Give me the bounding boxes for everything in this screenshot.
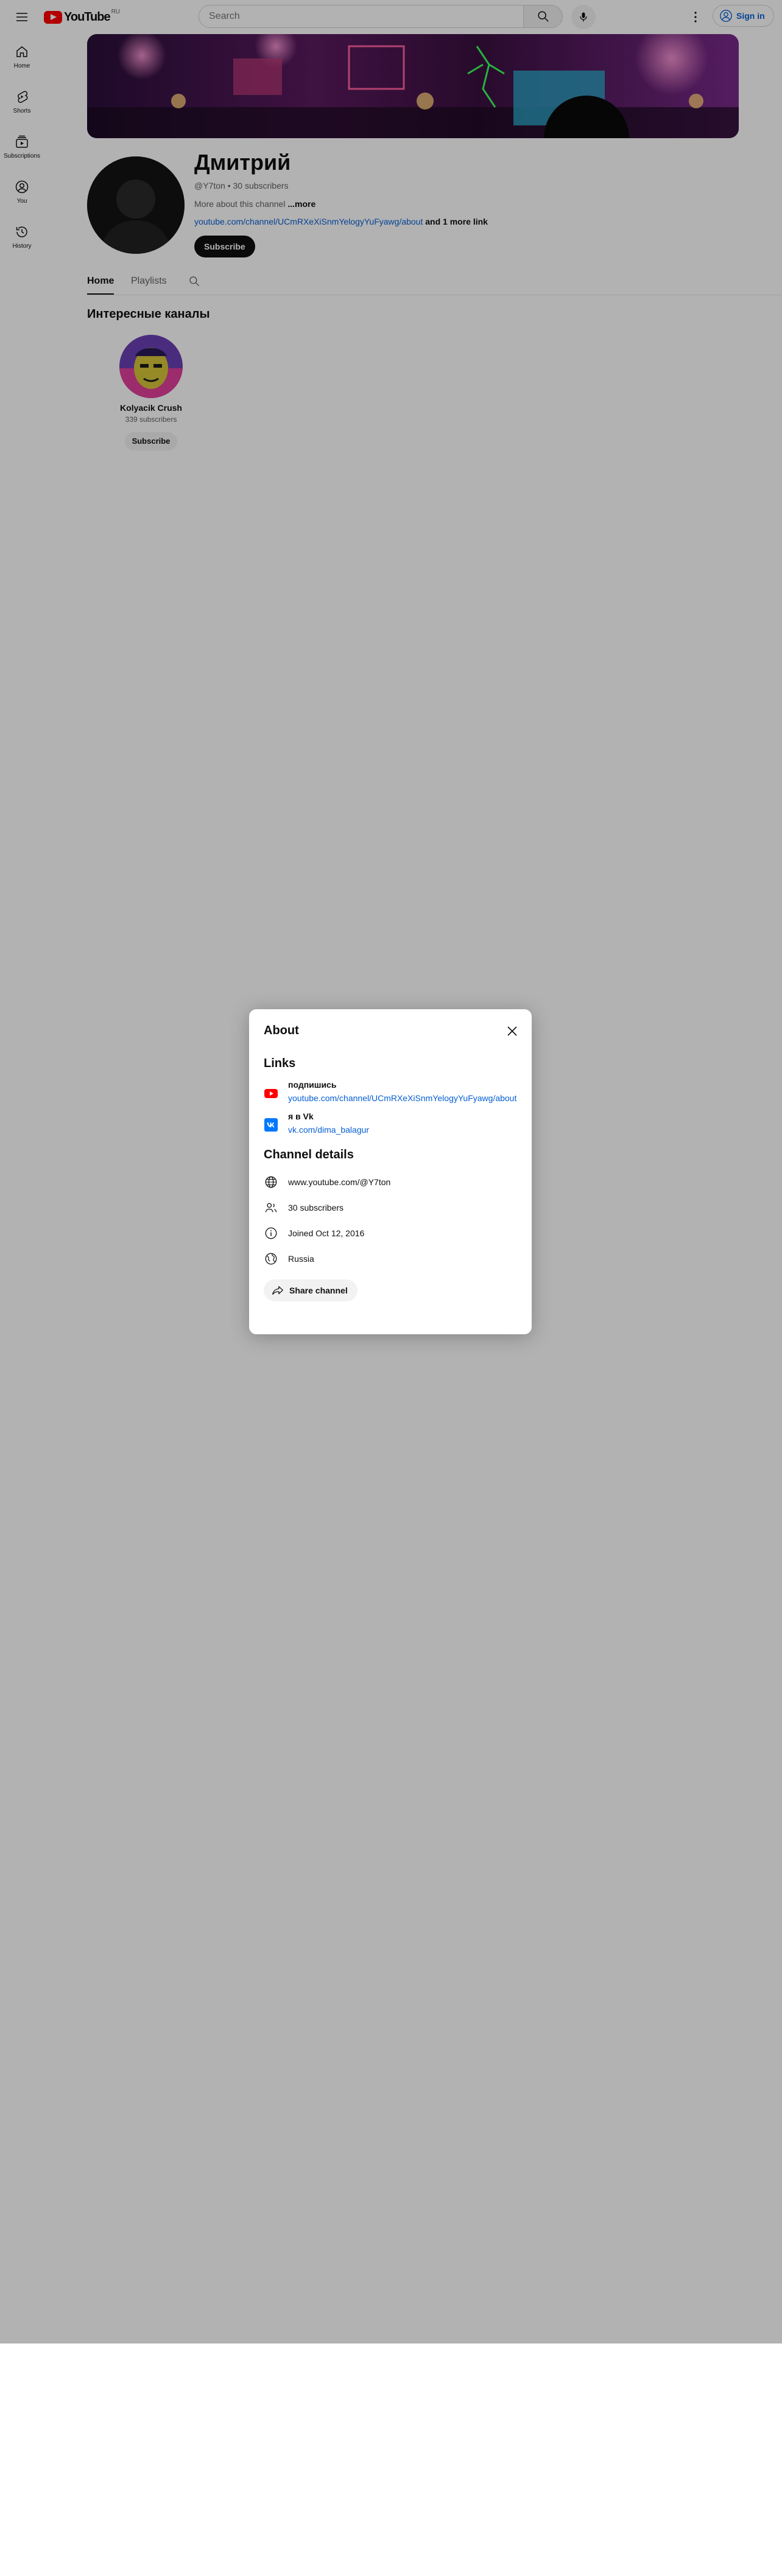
detail-row: 30 subscribers — [264, 1199, 343, 1216]
share-channel-button[interactable]: Share channel — [264, 1279, 358, 1301]
detail-text: Russia — [288, 1254, 314, 1264]
detail-text: Joined Oct 12, 2016 — [288, 1228, 365, 1238]
detail-text: 30 subscribers — [288, 1203, 344, 1213]
link-url[interactable]: vk.com/dima_balagur — [288, 1125, 369, 1135]
detail-row: Joined Oct 12, 2016 — [264, 1225, 364, 1242]
location-icon — [264, 1251, 278, 1266]
share-channel-label: Share channel — [289, 1286, 348, 1295]
about-dialog: About Links подпишись youtube.com/channe… — [249, 1009, 532, 1334]
detail-row: Russia — [264, 1250, 314, 1267]
channel-details-heading: Channel details — [264, 1148, 354, 1161]
link-title: я в Vk — [288, 1111, 314, 1121]
detail-row: www.youtube.com/@Y7ton — [264, 1174, 390, 1191]
detail-text: www.youtube.com/@Y7ton — [288, 1177, 391, 1187]
links-heading: Links — [264, 1057, 296, 1070]
youtube-icon — [264, 1086, 278, 1101]
link-title: подпишись — [288, 1080, 337, 1090]
link-item: подпишись youtube.com/channel/UCmRXeXiSn… — [264, 1080, 526, 1108]
vk-icon — [264, 1118, 278, 1132]
close-button[interactable] — [502, 1021, 522, 1041]
info-icon — [264, 1226, 278, 1241]
dialog-title: About — [264, 1024, 299, 1037]
close-icon — [507, 1026, 517, 1036]
globe-icon — [264, 1175, 278, 1189]
share-icon — [272, 1286, 283, 1295]
link-url[interactable]: youtube.com/channel/UCmRXeXiSnmYelogyYuF… — [288, 1093, 516, 1103]
link-item: я в Vk vk.com/dima_balagur — [264, 1111, 526, 1139]
subscribers-icon — [264, 1200, 278, 1215]
